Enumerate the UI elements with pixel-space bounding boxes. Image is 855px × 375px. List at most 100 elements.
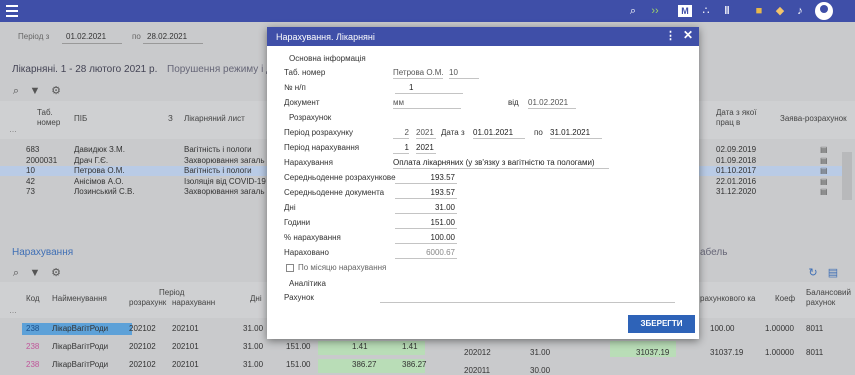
col-days[interactable]: Дні bbox=[250, 294, 262, 304]
gear-icon[interactable]: ⚙ bbox=[49, 266, 63, 280]
hours-field[interactable]: 151.00 bbox=[395, 217, 457, 229]
pr-year-field[interactable]: 2021 bbox=[416, 127, 436, 139]
chevron-right-icon[interactable]: ›› bbox=[648, 4, 662, 18]
monthly-checkbox[interactable] bbox=[286, 264, 294, 272]
folder-icon[interactable]: ■ bbox=[752, 4, 766, 18]
scrollbar[interactable] bbox=[842, 152, 852, 200]
tab-tabel[interactable]: абель bbox=[700, 248, 727, 258]
col-name[interactable]: ПІБ bbox=[74, 114, 87, 124]
search-icon[interactable]: ⌕ bbox=[626, 4, 640, 18]
cell-name: Петрова О.М. bbox=[74, 166, 125, 175]
avg-calc-field[interactable]: 193.57 bbox=[395, 172, 457, 184]
accr-section-title[interactable]: Нарахування bbox=[12, 248, 73, 258]
col-tab[interactable]: Таб. номер bbox=[37, 108, 67, 128]
document-icon[interactable]: ▤ bbox=[820, 145, 828, 155]
map-icon[interactable]: ◆ bbox=[773, 4, 787, 18]
pct-label: % нарахування bbox=[284, 233, 341, 242]
col-balance[interactable]: Балансовий рахунок bbox=[806, 288, 851, 308]
col-date[interactable]: Дата з якої прац в bbox=[716, 108, 766, 128]
divider bbox=[62, 43, 122, 44]
more-icon[interactable]: … bbox=[9, 125, 17, 135]
col-coef[interactable]: Коеф bbox=[775, 294, 795, 304]
col-calc[interactable]: рахункового ка bbox=[700, 294, 756, 304]
document-icon[interactable]: ▤ bbox=[820, 166, 828, 176]
cell-name: Анісімов А.О. bbox=[74, 176, 124, 186]
accr-type-field[interactable]: Оплата лікарняних (у зв'язку з вагітніст… bbox=[393, 157, 609, 169]
period-from-field[interactable]: 01.02.2021 bbox=[66, 32, 106, 42]
days-field[interactable]: 31.00 bbox=[395, 202, 457, 214]
pa-year-field[interactable]: 2021 bbox=[416, 142, 436, 154]
cell-sheet: Вагітність і пологи bbox=[184, 166, 252, 175]
no-field[interactable]: 1 bbox=[395, 82, 463, 94]
close-icon[interactable]: ✕ bbox=[683, 29, 693, 41]
pr-month-field[interactable]: 2 bbox=[393, 127, 409, 139]
gear-icon[interactable]: ⚙ bbox=[49, 84, 63, 98]
section-basic: Основна інформація bbox=[289, 54, 366, 63]
date-from-label: Дата з bbox=[441, 128, 465, 137]
date-from-field[interactable]: 01.01.2021 bbox=[473, 127, 525, 139]
cell-rk: 1.00000 bbox=[765, 324, 794, 333]
pa-month-field[interactable]: 1 bbox=[393, 142, 409, 154]
save-button[interactable]: ЗБЕРЕГТИ bbox=[628, 315, 695, 333]
tab-number-field[interactable]: 10 bbox=[449, 67, 479, 79]
col-accr-name[interactable]: Найменування bbox=[52, 294, 107, 304]
cell-date: 01.09.2018 bbox=[716, 155, 757, 165]
document-icon[interactable]: ▤ bbox=[820, 156, 828, 166]
cell-period-calc: 202102 bbox=[129, 342, 156, 351]
col-period-accr[interactable]: нарахуванн bbox=[172, 298, 215, 308]
more-icon[interactable]: … bbox=[9, 306, 17, 316]
document-icon[interactable]: ▤ bbox=[826, 266, 840, 280]
period-to-field[interactable]: 28.02.2021 bbox=[147, 32, 187, 42]
date-to-field[interactable]: 31.01.2021 bbox=[550, 127, 602, 139]
cell-name: Лозинський С.В. bbox=[74, 187, 135, 196]
share-icon[interactable]: ∴ bbox=[699, 4, 713, 18]
tab-label: Таб. номер bbox=[284, 68, 326, 77]
account-field[interactable] bbox=[380, 302, 675, 303]
document-icon[interactable]: ▤ bbox=[820, 177, 828, 187]
filter-icon[interactable]: ▼ bbox=[28, 84, 42, 98]
cell-period-calc: 202102 bbox=[129, 360, 156, 369]
more-vert-icon[interactable]: ⋮ bbox=[665, 31, 676, 42]
employee-field[interactable]: Петрова О.М. bbox=[393, 67, 444, 79]
avg-doc-field[interactable]: 193.57 bbox=[395, 187, 457, 199]
pct-field[interactable]: 100.00 bbox=[395, 232, 457, 244]
app-top-bar: ⌕ ›› M ∴ ‖ ■ ◆ ♪ bbox=[0, 0, 855, 22]
section-calc: Розрахунок bbox=[289, 113, 332, 122]
sick-section-title: Лікарняні. 1 - 28 лютого 2021 р. bbox=[12, 64, 158, 75]
cell-rp: 202011 bbox=[464, 366, 491, 375]
document-icon[interactable]: ▤ bbox=[820, 187, 828, 197]
search-icon[interactable]: ⌕ bbox=[9, 266, 23, 280]
pa-label: Період нарахування bbox=[284, 143, 360, 152]
cell-tab: 2000031 bbox=[26, 155, 58, 165]
search-icon[interactable]: ⌕ bbox=[9, 84, 23, 98]
avatar[interactable] bbox=[815, 2, 833, 20]
cell-sheet: Ізоляція від COVID-19 bbox=[184, 176, 266, 186]
filter-icon[interactable]: ▼ bbox=[28, 266, 42, 280]
col-claim[interactable]: Заява-розрахунок bbox=[780, 114, 847, 124]
pr-label: Період розрахунку bbox=[284, 128, 353, 137]
cell-sheet: Вагітність і пологи bbox=[184, 145, 252, 154]
tab-violation[interactable]: Порушення режиму і д bbox=[167, 65, 272, 75]
hamburger-menu-icon[interactable] bbox=[6, 5, 18, 17]
doc-field[interactable]: мм bbox=[393, 97, 461, 109]
avg-calc-label: Середньоденне розрахункове bbox=[284, 173, 396, 182]
pause-icon[interactable]: ‖ bbox=[720, 4, 734, 18]
col-period-calc[interactable]: розрахунк bbox=[129, 298, 166, 308]
col-code[interactable]: Код bbox=[26, 294, 40, 304]
doc-date-field[interactable]: 01.02.2021 bbox=[528, 97, 576, 109]
cell-tab: 42 bbox=[26, 176, 35, 186]
m-logo-icon[interactable]: M bbox=[678, 5, 692, 17]
col-sheet[interactable]: Лікарняний лист bbox=[184, 114, 245, 124]
table-row[interactable]: 238 ЛікарВагітРоди 202102 202101 31.00 151.00… bbox=[0, 341, 855, 357]
cell-hours: 151.00 bbox=[286, 360, 311, 369]
cell-date: 31.12.2020 bbox=[716, 187, 757, 196]
bell-icon[interactable]: ♪ bbox=[793, 4, 807, 18]
cell-name: Драч Г.Є. bbox=[74, 155, 109, 165]
cell-s2: 386.27 bbox=[402, 360, 427, 369]
section-analytics: Аналітика bbox=[289, 279, 326, 288]
table-row[interactable]: 238 ЛікарВагітРоди 202102 202101 31.00 151.00… bbox=[0, 359, 855, 375]
refresh-icon[interactable]: ↻ bbox=[806, 266, 820, 280]
cell-s1: 1.41 bbox=[352, 342, 368, 351]
col-z[interactable]: З bbox=[168, 114, 173, 124]
accrued-label: Нараховано bbox=[284, 248, 329, 257]
